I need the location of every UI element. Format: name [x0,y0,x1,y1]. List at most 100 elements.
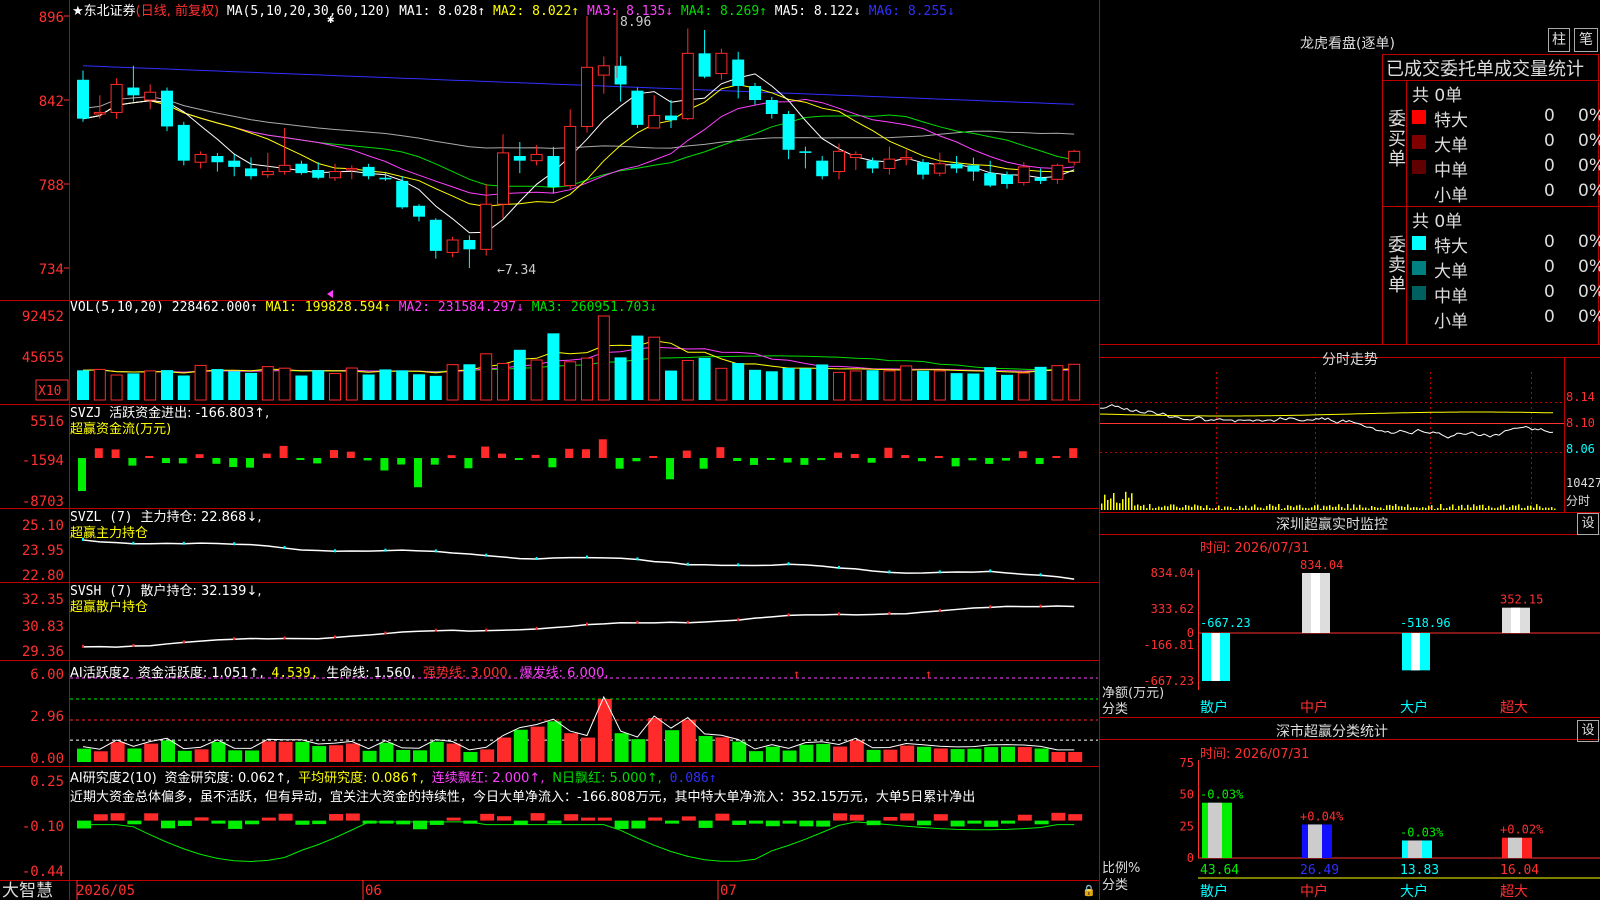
intraday-volume-bar [1347,504,1349,510]
intraday-volume-bar [1116,502,1118,510]
main-chart[interactable]: ↑ ↑ 896 842 788 734 92452 45655 5516 -159… [0,0,1100,900]
intraday-volume-bar [1263,508,1265,510]
ai-research-header: AI研究度2(10) 资金研究度: 0.062↑, 平均研究度: 0.086↑,… [70,767,717,786]
ma1-value: MA1: 8.028↑ [399,4,486,19]
volume-bar [329,373,341,401]
flow-bar [1069,448,1078,458]
flow-bar [430,458,439,465]
vol-ma1: MA1: 199828.594↑ [265,300,391,315]
research-bar [967,820,982,824]
intraday-volume-bar [1197,505,1199,510]
volume-bar [597,315,610,401]
activity-bar [144,743,159,762]
volume-bar [1001,374,1013,400]
ai-active-header: AI活跃度2 资金活跃度: 1.051↑, 4.539, 生命线: 1.560,… [70,662,609,681]
svzj-chart [78,439,1078,492]
research-bar [1051,812,1066,821]
intraday-volume-bar [1110,498,1112,510]
lock-icon[interactable]: 🔒 [1082,884,1096,897]
monitor-axis-label: 834.04 [1151,566,1194,580]
ai2-axis-label: 0.25 [30,774,64,790]
intraday-volume-bar [1104,494,1106,510]
intraday-volume-bar [1482,504,1484,510]
flow-bar [699,458,708,469]
intraday-volume-bar [1122,499,1124,510]
intraday-volume-bar [1494,508,1496,510]
buy-row: 特大 0 0% [1410,105,1600,131]
volume-bar [413,374,425,400]
stats-value-label: 16.04 [1500,863,1539,878]
intraday-volume-bar [1401,506,1403,510]
intraday-volume-bar [1509,506,1511,510]
research-bar [261,817,276,821]
svzl-line-dot [485,553,488,557]
candle-body [413,205,425,217]
candle-body [883,158,896,169]
flow-bar [531,454,540,458]
color-swatch [1412,160,1426,174]
volume-bar [799,368,812,400]
research-bar [211,820,226,824]
research-bar [329,814,343,821]
activity-bar [547,721,562,762]
intraday-volume-bar [1308,508,1310,510]
price-axis-label: 842 [39,94,64,110]
intraday-volume-bar [1338,504,1340,510]
research-bar [581,817,595,821]
intraday-volume-bar [1422,507,1424,510]
intraday-volume-bar [1257,507,1259,510]
activity-bar [379,742,394,762]
intraday-volume-bar [1359,504,1361,510]
flow-bar [666,458,674,480]
intraday-vol-axis: 10427 [1566,476,1600,490]
candle-body [984,173,997,186]
monitor-title: 深圳超赢实时监控 [1276,517,1388,533]
volume-bar [77,370,89,400]
volume-bar [1068,363,1081,401]
color-swatch [1412,261,1426,275]
ai1-t5: 爆发线: 6.000, [519,666,609,681]
activity-bar [665,730,679,762]
volume-bar [732,363,745,400]
flow-bar [195,454,204,458]
intraday-volume-bar [1542,508,1544,510]
pen-mode-button[interactable]: 笔 [1574,28,1598,52]
vol-axis-label: 45655 [22,350,64,366]
activity-bar [1051,751,1066,762]
monitor-settings-button[interactable]: 设 [1577,513,1599,535]
intraday-volume-bar [1362,507,1364,510]
intraday-volume-bar [1152,508,1154,510]
volume-bar [446,364,459,401]
activity-bar [799,744,814,762]
sell-row: 中单 0 0% [1410,281,1600,307]
bar-mode-button[interactable]: 柱 [1548,28,1570,52]
ai1-t2: 4.539, [271,666,319,681]
stats-change-label: -0.03% [1200,788,1244,802]
candle-body [849,153,862,159]
sell-row-label: 中单 [1434,287,1468,307]
flow-bar [212,458,221,464]
vol-unit: X10 [38,384,61,399]
intraday-volume-bar [1272,505,1274,510]
vol-ma2-line [82,346,1075,373]
candle-body [194,153,207,163]
activity-bar [917,746,931,762]
intraday-volume-bar [1125,491,1127,510]
stats-settings-button[interactable]: 设 [1577,720,1599,742]
intraday-volume-bar [1434,508,1436,510]
svzj-subtitle: 超赢资金流(万元) [70,422,172,437]
flow-bar [1052,456,1061,458]
monitor-bar-label: 834.04 [1300,558,1343,572]
candle-body [1034,177,1047,181]
flow-bar [262,453,271,458]
intraday-volume-bar [1146,508,1148,510]
intraday-volume-bar [1464,508,1466,510]
research-bar [1017,814,1032,821]
candle-body [278,164,291,173]
monitor-category: 散户 [1200,699,1228,716]
activity-bar [312,746,327,762]
flow-bar [1002,458,1010,461]
intraday-volume-bar [1440,504,1442,510]
intraday-volume-bar [1203,508,1205,510]
candle-body [1001,174,1013,184]
